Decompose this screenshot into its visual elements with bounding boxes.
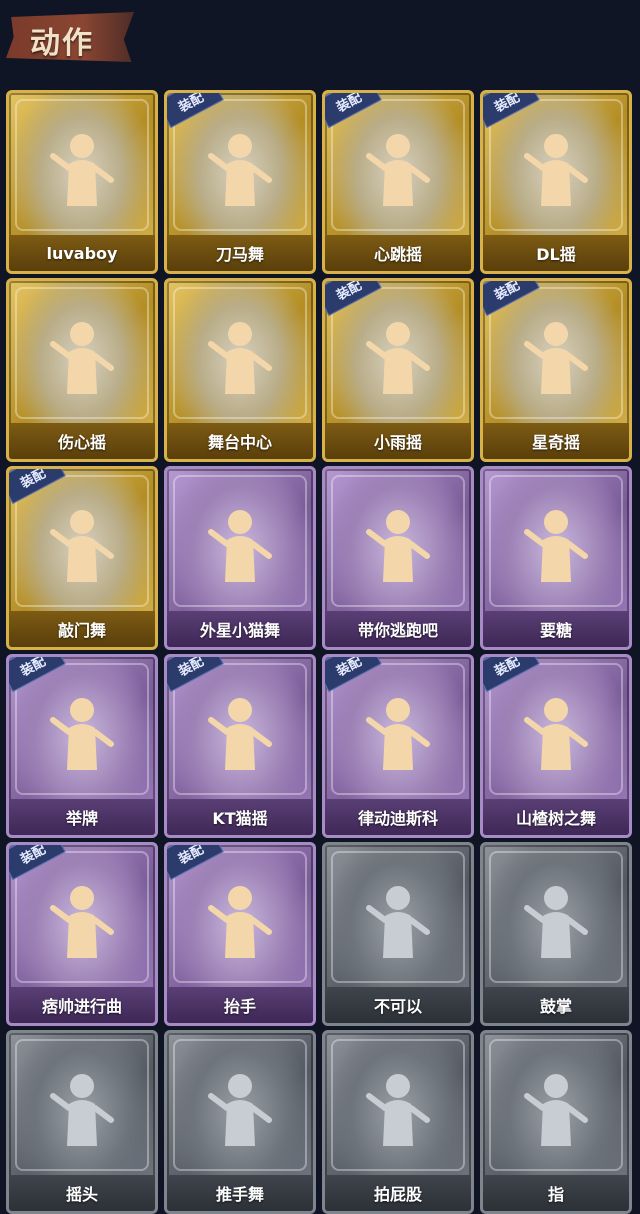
equipped-badge: 装配 — [325, 93, 382, 129]
action-card[interactable]: 伤心摇 — [6, 278, 158, 462]
dance-pose-icon — [208, 134, 272, 206]
dance-pose-icon — [208, 886, 272, 958]
equipped-badge: 装配 — [167, 845, 224, 881]
action-card[interactable]: 装配 心跳摇 — [322, 90, 474, 274]
action-card[interactable]: 装配 敲门舞 — [6, 466, 158, 650]
action-card[interactable]: 装配 律动迪斯科 — [322, 654, 474, 838]
equipped-badge-container: 装配 — [9, 845, 69, 885]
dance-pose-icon — [366, 134, 430, 206]
dance-pose-icon — [50, 322, 114, 394]
dance-pose-icon — [366, 510, 430, 582]
action-label: 举牌 — [9, 799, 155, 835]
dance-pose-icon — [524, 134, 588, 206]
action-card[interactable]: 鼓掌 — [480, 842, 632, 1026]
action-card[interactable]: 装配 DL摇 — [480, 90, 632, 274]
action-label: 不可以 — [325, 987, 471, 1023]
action-label: 刀马舞 — [167, 235, 313, 271]
action-label: 敲门舞 — [9, 611, 155, 647]
equipped-badge-container: 装配 — [167, 93, 227, 133]
equipped-badge-container: 装配 — [483, 281, 543, 321]
equipped-badge-container: 装配 — [325, 281, 385, 321]
action-card[interactable]: 装配 举牌 — [6, 654, 158, 838]
equipped-badge-container: 装配 — [167, 657, 227, 697]
action-card[interactable]: 装配 刀马舞 — [164, 90, 316, 274]
action-label: 痞帅进行曲 — [9, 987, 155, 1023]
equipped-badge-container: 装配 — [325, 93, 385, 133]
dance-pose-icon — [208, 698, 272, 770]
action-label: 指 — [483, 1175, 629, 1211]
dance-pose-icon — [50, 510, 114, 582]
dance-pose-icon — [50, 698, 114, 770]
dance-pose-icon — [366, 886, 430, 958]
action-label: 要糖 — [483, 611, 629, 647]
equipped-badge: 装配 — [325, 281, 382, 317]
action-label: 摇头 — [9, 1175, 155, 1211]
action-card[interactable]: 外星小猫舞 — [164, 466, 316, 650]
dance-pose-icon — [366, 698, 430, 770]
dance-pose-icon — [524, 698, 588, 770]
action-label: 抬手 — [167, 987, 313, 1023]
equipped-badge-container: 装配 — [9, 657, 69, 697]
dance-pose-icon — [366, 322, 430, 394]
equipped-badge: 装配 — [9, 845, 66, 881]
dance-pose-icon — [524, 1074, 588, 1146]
dance-pose-icon — [50, 134, 114, 206]
dance-pose-icon — [208, 322, 272, 394]
action-card[interactable]: 装配 痞帅进行曲 — [6, 842, 158, 1026]
equipped-badge-container: 装配 — [167, 845, 227, 885]
equipped-badge: 装配 — [167, 93, 224, 129]
equipped-badge-container: 装配 — [483, 657, 543, 697]
action-card[interactable]: luvaboy — [6, 90, 158, 274]
equipped-badge-container: 装配 — [9, 469, 69, 509]
action-label: 鼓掌 — [483, 987, 629, 1023]
action-label: 带你逃跑吧 — [325, 611, 471, 647]
action-label: 外星小猫舞 — [167, 611, 313, 647]
action-card[interactable]: 装配 山楂树之舞 — [480, 654, 632, 838]
equipped-badge: 装配 — [9, 469, 66, 505]
action-card[interactable]: 不可以 — [322, 842, 474, 1026]
dance-pose-icon — [366, 1074, 430, 1146]
dance-pose-icon — [208, 1074, 272, 1146]
action-card[interactable]: 舞台中心 — [164, 278, 316, 462]
equipped-badge-container: 装配 — [483, 93, 543, 133]
dance-pose-icon — [524, 510, 588, 582]
equipped-badge: 装配 — [483, 657, 540, 693]
action-label: 小雨摇 — [325, 423, 471, 459]
action-card[interactable]: 要糖 — [480, 466, 632, 650]
dance-pose-icon — [50, 1074, 114, 1146]
action-label: luvaboy — [9, 235, 155, 271]
action-label: 伤心摇 — [9, 423, 155, 459]
dance-pose-icon — [50, 886, 114, 958]
action-label: 律动迪斯科 — [325, 799, 471, 835]
action-card[interactable]: 装配 小雨摇 — [322, 278, 474, 462]
dance-pose-icon — [208, 510, 272, 582]
action-label: 山楂树之舞 — [483, 799, 629, 835]
page-title: 动作 — [30, 26, 94, 61]
action-card[interactable]: 装配 抬手 — [164, 842, 316, 1026]
equipped-badge: 装配 — [483, 93, 540, 129]
action-label: 舞台中心 — [167, 423, 313, 459]
action-label: DL摇 — [483, 235, 629, 271]
action-card[interactable]: 装配 KT猫摇 — [164, 654, 316, 838]
action-grid: luvaboy 装配 刀马舞 装配 心跳摇 装配 DL摇 伤心摇 舞台中心 装配 小雨摇 装配 星奇摇装… — [6, 90, 632, 1214]
action-card[interactable]: 拍屁股 — [322, 1030, 474, 1214]
equipped-badge: 装配 — [483, 281, 540, 317]
action-label: KT猫摇 — [167, 799, 313, 835]
equipped-badge: 装配 — [167, 657, 224, 693]
action-card[interactable]: 装配 星奇摇 — [480, 278, 632, 462]
action-card[interactable]: 带你逃跑吧 — [322, 466, 474, 650]
action-label: 心跳摇 — [325, 235, 471, 271]
action-card[interactable]: 推手舞 — [164, 1030, 316, 1214]
equipped-badge: 装配 — [325, 657, 382, 693]
dance-pose-icon — [524, 322, 588, 394]
action-card[interactable]: 摇头 — [6, 1030, 158, 1214]
dance-pose-icon — [524, 886, 588, 958]
action-label: 推手舞 — [167, 1175, 313, 1211]
action-label: 拍屁股 — [325, 1175, 471, 1211]
equipped-badge-container: 装配 — [325, 657, 385, 697]
action-card[interactable]: 指 — [480, 1030, 632, 1214]
action-label: 星奇摇 — [483, 423, 629, 459]
equipped-badge: 装配 — [9, 657, 66, 693]
